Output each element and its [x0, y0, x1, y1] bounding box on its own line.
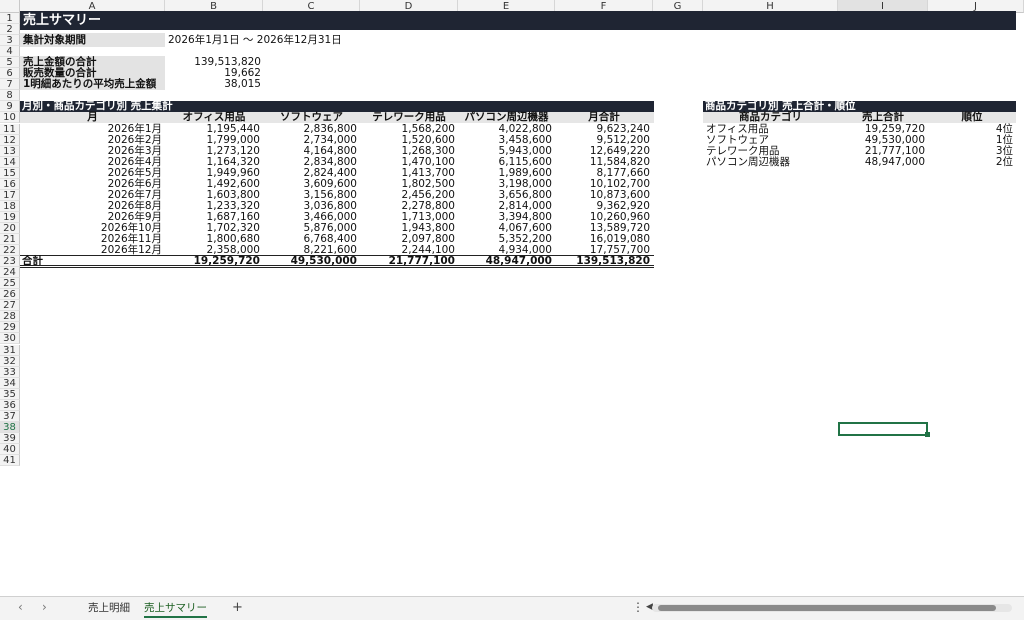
row-header[interactable]: 16 [0, 178, 20, 190]
ranking-total-cell: 48,947,000 [864, 155, 925, 168]
row-header[interactable]: 12 [0, 134, 20, 146]
row-header[interactable]: 30 [0, 333, 20, 345]
row-header[interactable]: 23 [0, 256, 20, 268]
row-header[interactable]: 4 [0, 46, 20, 58]
row-header[interactable]: 26 [0, 289, 20, 301]
period-label: 集計対象期間 [23, 34, 86, 47]
sheet-tab-sales-detail[interactable]: 売上明細 [88, 600, 130, 615]
row-header[interactable]: 39 [0, 432, 20, 444]
row-header[interactable]: 17 [0, 189, 20, 201]
ranking-rank-cell: 2位 [995, 155, 1013, 168]
row-header[interactable]: 35 [0, 388, 20, 400]
row-header[interactable]: 31 [0, 344, 20, 356]
total-bottom-border [20, 265, 654, 269]
select-all-corner[interactable] [0, 0, 20, 13]
fill-handle[interactable] [925, 431, 930, 437]
row-header[interactable]: 8 [0, 90, 20, 102]
row-header[interactable]: 25 [0, 278, 20, 290]
horizontal-scrollbar[interactable] [652, 604, 1012, 612]
row-header[interactable]: 36 [0, 399, 20, 411]
row-header[interactable]: 14 [0, 156, 20, 168]
row-header[interactable]: 33 [0, 366, 20, 378]
row-header[interactable]: 9 [0, 101, 20, 113]
row-header[interactable]: 32 [0, 355, 20, 367]
scrollbar-thumb[interactable] [658, 605, 996, 611]
row-header[interactable]: 22 [0, 245, 20, 257]
row-header[interactable]: 28 [0, 311, 20, 323]
ranking-category-cell: パソコン周辺機器 [706, 155, 790, 168]
prev-sheet-button[interactable]: ‹ [18, 600, 23, 614]
row-header[interactable]: 2 [0, 24, 20, 36]
row-header[interactable]: 40 [0, 443, 20, 455]
period-value: 2026年1月1日 ～ 2026年12月31日 [168, 34, 342, 47]
title-band [20, 11, 1016, 31]
sheet-tab-bar: ‹ › 売上明細 売上サマリー + ⋮ ◀ [0, 596, 1024, 620]
row-header[interactable]: 15 [0, 167, 20, 179]
row-header[interactable]: 34 [0, 377, 20, 389]
row-header[interactable]: 13 [0, 145, 20, 157]
active-cell-selection[interactable] [838, 421, 928, 436]
row-header[interactable]: 5 [0, 57, 20, 69]
row-header[interactable]: 3 [0, 35, 20, 47]
kpi-value: 38,015 [224, 78, 261, 91]
row-header[interactable]: 29 [0, 322, 20, 334]
next-sheet-button[interactable]: › [42, 600, 47, 614]
row-header[interactable]: 10 [0, 112, 20, 124]
row-header[interactable]: 38 [0, 421, 20, 433]
add-sheet-button[interactable]: + [232, 600, 243, 615]
row-header[interactable]: 27 [0, 300, 20, 312]
row-header[interactable]: 24 [0, 267, 20, 279]
row-header[interactable]: 37 [0, 410, 20, 422]
row-header[interactable]: 19 [0, 211, 20, 223]
row-header[interactable]: 11 [0, 123, 20, 135]
row-header[interactable]: 21 [0, 234, 20, 246]
row-header[interactable]: 20 [0, 222, 20, 234]
row-header[interactable]: 7 [0, 79, 20, 91]
tab-menu-icon[interactable]: ⋮ [632, 600, 644, 614]
row-header[interactable]: 41 [0, 455, 20, 467]
kpi-label: 1明細あたりの平均売上金額 [23, 78, 157, 91]
sheet-tab-sales-summary[interactable]: 売上サマリー [144, 600, 207, 618]
row-header[interactable]: 1 [0, 13, 20, 25]
row-header[interactable]: 18 [0, 200, 20, 212]
row-header[interactable]: 6 [0, 68, 20, 80]
page-title: 売上サマリー [23, 13, 102, 28]
